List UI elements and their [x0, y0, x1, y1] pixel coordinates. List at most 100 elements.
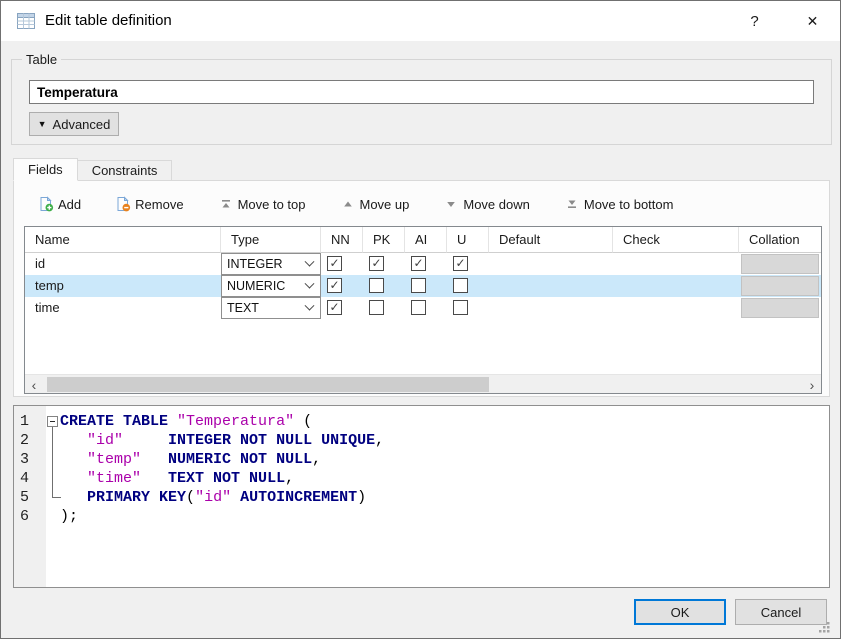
sql-line-1: CREATE TABLE "Temperatura" (	[60, 412, 827, 431]
line-number: 4	[14, 469, 46, 488]
horizontal-scrollbar[interactable]: ‹ ›	[25, 374, 821, 393]
ai-checkbox[interactable]: ✓	[411, 256, 426, 271]
nn-cell: ✓	[321, 297, 363, 319]
titlebar[interactable]: Edit table definition ? ✕	[1, 1, 840, 41]
fold-guide-line	[52, 427, 53, 497]
fields-toolbar: Add Remove Move to top Move up Move down Move…	[28, 191, 697, 217]
help-button[interactable]: ?	[732, 5, 777, 37]
advanced-button[interactable]: ▼ Advanced	[29, 112, 119, 136]
sql-preview-editor[interactable]: 123456 CREATE TABLE "Temperatura" ( "id"…	[13, 405, 830, 588]
field-row-time[interactable]: timeTEXT ✓	[25, 297, 821, 319]
type-combobox[interactable]: TEXT	[221, 297, 321, 319]
nn-checkbox[interactable]: ✓	[327, 300, 342, 315]
line-number-gutter: 123456	[14, 406, 46, 587]
field-name-cell[interactable]: time	[25, 297, 221, 319]
pk-checkbox[interactable]: ✓	[369, 256, 384, 271]
column-header-name[interactable]: Name	[25, 227, 221, 253]
sql-text: )	[357, 489, 366, 506]
grid-body: idINTEGER ✓ ✓ ✓ ✓ tempNUMERIC ✓ timeTEXT ✓	[25, 253, 821, 319]
pk-checkbox[interactable]	[369, 300, 384, 315]
sql-text	[141, 470, 168, 487]
field-name-cell[interactable]: temp	[25, 275, 221, 297]
code-fold-icon[interactable]	[47, 416, 58, 427]
toolbar-remove-button[interactable]: Remove	[105, 193, 193, 215]
nn-checkbox[interactable]: ✓	[327, 278, 342, 293]
default-cell[interactable]	[489, 297, 613, 319]
check-cell[interactable]	[613, 275, 739, 297]
line-number: 1	[14, 412, 46, 431]
collation-disabled-box	[741, 276, 819, 296]
sql-keyword: TEXT NOT NULL	[168, 470, 285, 487]
tab-fields[interactable]: Fields	[13, 158, 78, 181]
sql-line-3: "temp" NUMERIC NOT NULL,	[60, 450, 827, 469]
sql-text: ,	[375, 432, 384, 449]
nn-cell: ✓	[321, 275, 363, 297]
column-header-collation[interactable]: Collation	[739, 227, 822, 253]
collation-disabled-box	[741, 298, 819, 318]
type-combobox[interactable]: NUMERIC	[221, 275, 321, 297]
column-header-nn[interactable]: NN	[321, 227, 363, 253]
collation-cell	[739, 253, 822, 275]
check-cell[interactable]	[613, 297, 739, 319]
remove-page-icon	[115, 196, 131, 212]
field-type-cell[interactable]: NUMERIC	[221, 275, 321, 297]
cancel-button[interactable]: Cancel	[735, 599, 827, 625]
ai-checkbox[interactable]	[411, 278, 426, 293]
scroll-left-arrow-icon[interactable]: ‹	[25, 375, 43, 394]
default-cell[interactable]	[489, 275, 613, 297]
column-header-type[interactable]: Type	[221, 227, 321, 253]
fields-grid: NameTypeNNPKAIUDefaultCheckCollation idI…	[24, 226, 822, 394]
sql-text: );	[60, 508, 78, 525]
sql-keyword: NUMERIC NOT NULL	[168, 451, 312, 468]
sql-text	[60, 451, 87, 468]
close-icon[interactable]: ✕	[790, 5, 835, 37]
toolbar-move-to-top-button[interactable]: Move to top	[208, 193, 316, 215]
toolbar-move-up-button[interactable]: Move up	[330, 193, 420, 215]
field-type-cell[interactable]: TEXT	[221, 297, 321, 319]
column-header-ai[interactable]: AI	[405, 227, 447, 253]
tab-constraints[interactable]: Constraints	[78, 160, 173, 181]
type-combobox-value: NUMERIC	[222, 275, 285, 297]
collation-cell	[739, 297, 822, 319]
pk-checkbox[interactable]	[369, 278, 384, 293]
scroll-right-arrow-icon[interactable]: ›	[803, 375, 821, 394]
u-cell	[447, 275, 489, 297]
column-header-u[interactable]: U	[447, 227, 489, 253]
field-row-temp[interactable]: tempNUMERIC ✓	[25, 275, 821, 297]
u-checkbox[interactable]	[453, 278, 468, 293]
ai-checkbox[interactable]	[411, 300, 426, 315]
sql-identifier: "temp"	[87, 451, 141, 468]
u-checkbox[interactable]: ✓	[453, 256, 468, 271]
nn-checkbox[interactable]: ✓	[327, 256, 342, 271]
sql-identifier: "id"	[87, 432, 123, 449]
ok-button[interactable]: OK	[634, 599, 726, 625]
column-header-check[interactable]: Check	[613, 227, 739, 253]
nn-cell: ✓	[321, 253, 363, 275]
default-cell[interactable]	[489, 253, 613, 275]
type-combobox-value: INTEGER	[222, 253, 283, 275]
resize-grip[interactable]	[817, 620, 831, 634]
move-to-bottom-icon	[564, 196, 580, 212]
column-header-default[interactable]: Default	[489, 227, 613, 253]
toolbar-move-down-button[interactable]: Move down	[433, 193, 539, 215]
grid-header-row: NameTypeNNPKAIUDefaultCheckCollation	[25, 227, 821, 253]
sql-line-4: "time" TEXT NOT NULL,	[60, 469, 827, 488]
field-row-id[interactable]: idINTEGER ✓ ✓ ✓ ✓	[25, 253, 821, 275]
pk-cell	[363, 275, 405, 297]
toolbar-move-to-bottom-label: Move to bottom	[584, 197, 674, 212]
u-cell	[447, 297, 489, 319]
field-name-cell[interactable]: id	[25, 253, 221, 275]
table-name-input[interactable]	[29, 80, 814, 104]
pk-cell	[363, 297, 405, 319]
column-header-pk[interactable]: PK	[363, 227, 405, 253]
toolbar-add-button[interactable]: Add	[28, 193, 91, 215]
field-type-cell[interactable]: INTEGER	[221, 253, 321, 275]
toolbar-move-up-label: Move up	[360, 197, 410, 212]
sql-text: ,	[285, 470, 294, 487]
u-checkbox[interactable]	[453, 300, 468, 315]
type-combobox[interactable]: INTEGER	[221, 253, 321, 275]
check-cell[interactable]	[613, 253, 739, 275]
toolbar-move-to-bottom-button[interactable]: Move to bottom	[554, 193, 684, 215]
scrollbar-thumb[interactable]	[47, 377, 489, 392]
sql-identifier: "id"	[195, 489, 231, 506]
